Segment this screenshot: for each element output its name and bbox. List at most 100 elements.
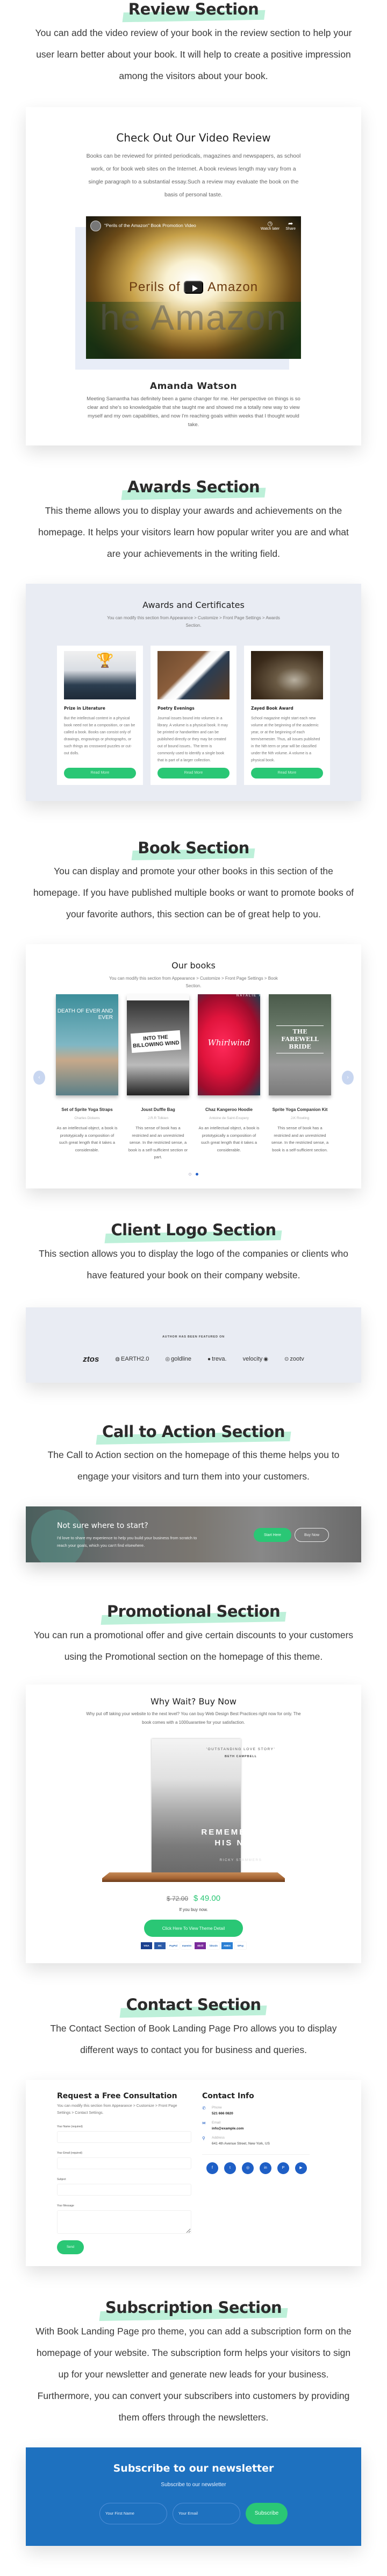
client-logos: ztos ◍ EARTH2.0 ◎ goldline ● treva. velocit…: [26, 1355, 361, 1364]
book-cover[interactable]: THE FAREWELL BRIDE: [269, 994, 331, 1096]
carousel-next-button[interactable]: ›: [342, 1071, 354, 1085]
logo-text: treva.: [212, 1356, 227, 1363]
contact-phone: ✆ Phone 521 666 0820: [202, 2106, 310, 2115]
awards-card: Awards and Certificates You can modify t…: [26, 583, 361, 801]
book-name[interactable]: Joust Duffle Bag: [127, 1107, 189, 1112]
book-name[interactable]: Chaz Kangeroo Hoodie: [198, 1107, 260, 1112]
pinterest-icon[interactable]: P: [277, 2162, 289, 2175]
email-label: Email: [212, 2121, 221, 2125]
book-cover[interactable]: INTO THE BILLOWING WIND: [127, 994, 189, 1096]
logo-velocity: velocity ◉: [243, 1356, 268, 1362]
promotional-section: Promotional Section You can run a promot…: [0, 1602, 387, 1964]
video-title[interactable]: "Perils of the Amazon" Book Promotion Vi…: [104, 223, 196, 228]
linkedin-icon[interactable]: in: [260, 2162, 271, 2175]
book-name[interactable]: Sprite Yoga Companion Kit: [269, 1107, 331, 1112]
client-logo-section: Client Logo Section This section allows …: [0, 1221, 387, 1383]
message-label: Your Message: [57, 2204, 74, 2208]
section-description: The Contact Section of Book Landing Page…: [50, 2023, 337, 2056]
award-title: Prize in Literature: [64, 705, 105, 711]
social-links: f t ◎ in P ▶: [202, 2162, 310, 2175]
pagination-dot-2[interactable]: [196, 1172, 198, 1176]
message-textarea[interactable]: [57, 2210, 191, 2234]
view-theme-detail-button[interactable]: Click Here To View Theme Detail: [144, 1920, 243, 1937]
start-here-button[interactable]: Start Here: [254, 1528, 291, 1542]
award-text: Journal issues bound into volumes in a l…: [157, 716, 228, 762]
instagram-icon[interactable]: ◎: [242, 2162, 254, 2175]
email-icon: ✉: [202, 2121, 206, 2126]
send-button[interactable]: Send: [57, 2240, 84, 2255]
book-cover[interactable]: DEATH OF EVER AND EVER: [56, 994, 118, 1096]
section-title: Promotional Section: [104, 1602, 283, 1621]
email-value[interactable]: info@example.com: [212, 2127, 243, 2131]
book-item[interactable]: INTO THE BILLOWING WIND Joust Duffle Bag…: [127, 994, 189, 1161]
play-button[interactable]: [184, 280, 203, 294]
promo-card: Why Wait? Buy Now Why put off taking you…: [26, 1685, 361, 1964]
book-author: J.K Rowling: [290, 1116, 310, 1121]
address-value: 641 4th Avenue Street, New York, US: [212, 2142, 270, 2146]
form-title: Request a Free Consultation: [57, 2092, 177, 2101]
section-title: Subscription Section: [102, 2298, 285, 2317]
channel-avatar[interactable]: [90, 220, 101, 231]
youtube-icon[interactable]: ▶: [295, 2162, 307, 2175]
first-name-input[interactable]: [99, 2502, 167, 2524]
award-image: [251, 650, 323, 699]
book-description: As an intellectual object, a book is pro…: [198, 1126, 260, 1152]
pagination-dot-1[interactable]: [189, 1172, 191, 1176]
price-row: $ 72.00 $ 49.00: [26, 1894, 361, 1903]
subject-input[interactable]: [57, 2184, 191, 2196]
logo-goldline: ◎ goldline: [165, 1356, 191, 1362]
read-more-button[interactable]: Read More: [157, 767, 230, 779]
phone-icon: ✆: [202, 2106, 206, 2111]
name-label: Your Name (required): [57, 2125, 83, 2129]
phone-label: Phone: [212, 2106, 222, 2110]
newsletter-card: Subscribe to our newsletter Subscribe to…: [26, 2447, 361, 2546]
name-input[interactable]: [57, 2131, 191, 2143]
buy-now-button[interactable]: Buy Now: [295, 1528, 329, 1542]
video-player[interactable]: "Perils of the Amazon" Book Promotion Vi…: [86, 216, 301, 359]
book-cover[interactable]: NATALIE HAMILTON Whirlwind: [198, 994, 260, 1096]
email-label: Your Email (required): [57, 2152, 83, 2155]
card-title: Check Out Our Video Review: [116, 131, 271, 144]
call-to-action-section: Call to Action Section The Call to Actio…: [0, 1423, 387, 1563]
buy-note: If you buy now.: [179, 1907, 208, 1913]
cover-title: REMEMBERING HIS NAME: [201, 1828, 281, 1848]
cta-title: Not sure where to start?: [57, 1521, 148, 1531]
read-more-button[interactable]: Read More: [251, 767, 323, 779]
tv-icon: ⊙: [284, 1356, 289, 1362]
featured-label: AUTHOR HAS BEEN FEATURED ON: [162, 1335, 225, 1339]
section-title: Client Logo Section: [108, 1221, 279, 1240]
carousel-pagination: [26, 1172, 361, 1176]
watch-later-button[interactable]: ◷ Watch later: [261, 221, 280, 231]
book-item[interactable]: NATALIE HAMILTON Whirlwind Chaz Kangeroo …: [198, 994, 260, 1161]
email-input[interactable]: [173, 2502, 240, 2524]
card-title: Our books: [171, 960, 216, 971]
reviewer-name: Amanda Watson: [149, 380, 238, 392]
book-item[interactable]: DEATH OF EVER AND EVER Set of Sprite Yog…: [56, 994, 118, 1161]
book-item[interactable]: THE FAREWELL BRIDE Sprite Yoga Companion…: [269, 994, 331, 1161]
book-author: Charles Dickens: [74, 1116, 100, 1121]
email-input[interactable]: [57, 2157, 191, 2170]
page-bottom-spacer: [0, 2546, 387, 2576]
card-subtitle: You can modify this section from Appeara…: [109, 976, 278, 989]
award-image: [157, 650, 230, 699]
share-button[interactable]: ➦ Share: [285, 221, 296, 231]
read-more-button[interactable]: Read More: [64, 767, 136, 779]
card-subtitle: Why put off taking your website to the n…: [86, 1711, 301, 1725]
drop-icon: ●: [207, 1356, 211, 1362]
phone-value[interactable]: 521 666 0820: [212, 2112, 233, 2115]
section-title: Call to Action Section: [99, 1423, 288, 1441]
payment-mc-icon: MC: [154, 1942, 166, 1950]
carousel-prev-button[interactable]: ‹: [33, 1071, 45, 1085]
twitter-icon[interactable]: t: [224, 2162, 236, 2175]
book-carousel: ‹ DEATH OF EVER AND EVER Set of Sprite Y…: [26, 994, 361, 1161]
award-text: But the intellectual content in a physic…: [64, 716, 135, 755]
subscribe-button[interactable]: Subscribe: [246, 2502, 288, 2524]
review-section: Review Section You can add the video rev…: [0, 0, 387, 445]
payment-maestro-icon: maestro: [181, 1942, 192, 1950]
section-title: Awards Section: [124, 478, 263, 497]
globe-icon: ◍: [115, 1356, 120, 1362]
payment-methods: VISA MC PayPal maestro Skrill bitcoin AMEX GPay: [26, 1942, 361, 1950]
facebook-icon[interactable]: f: [206, 2162, 218, 2175]
book-name[interactable]: Set of Sprite Yoga Straps: [56, 1107, 118, 1112]
video-review-card: Check Out Our Video Review Books can be …: [26, 107, 361, 445]
